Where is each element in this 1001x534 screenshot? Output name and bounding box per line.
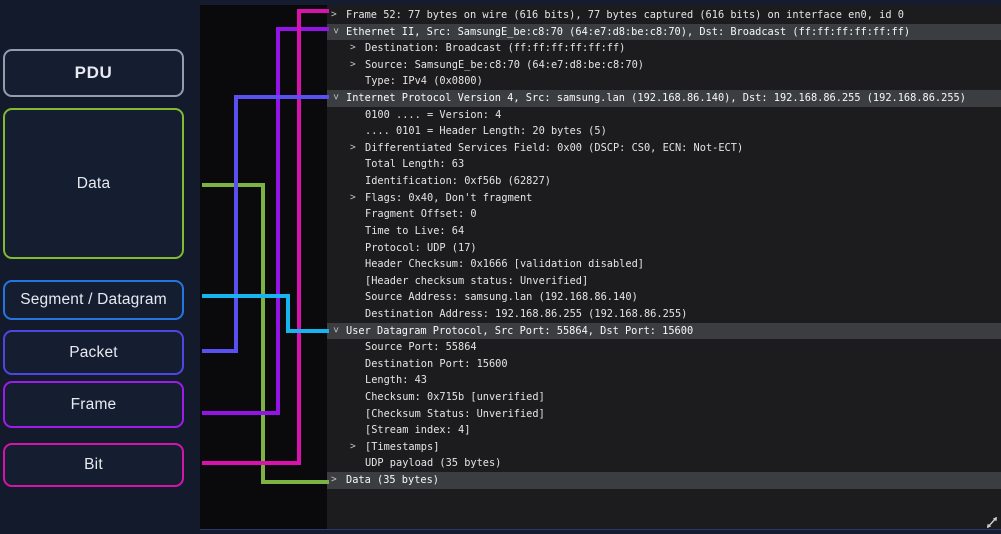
packet-tree-row[interactable]: Length: 43	[327, 372, 1001, 389]
layer-box-packet[interactable]: Packet	[3, 330, 184, 375]
packet-tree-row[interactable]: Source Port: 55864	[327, 339, 1001, 356]
packet-tree-row-text: Source Port: 55864	[365, 339, 477, 356]
packet-tree-row[interactable]: UDP payload (35 bytes)	[327, 455, 1001, 472]
layer-label-bit: Bit	[84, 456, 103, 474]
packet-tree-row[interactable]: Source Address: samsung.lan (192.168.86.…	[327, 289, 1001, 306]
pdu-layers-panel: PDU Data Segment / Datagram Packet Frame…	[0, 0, 200, 534]
collapse-chevron-icon[interactable]: >	[326, 327, 343, 342]
packet-tree-row-text: Header Checksum: 0x1666 [validation disa…	[365, 256, 644, 273]
layer-label-packet: Packet	[69, 344, 118, 362]
packet-tree-row-text: Differentiated Services Field: 0x00 (DSC…	[365, 140, 743, 157]
packet-tree-row-text: [Stream index: 4]	[365, 422, 470, 439]
packet-tree-row-text: Fragment Offset: 0	[365, 206, 477, 223]
packet-tree-row[interactable]: Time to Live: 64	[327, 223, 1001, 240]
expand-chevron-icon[interactable]: >	[331, 7, 346, 24]
layer-label-pdu: PDU	[75, 63, 113, 83]
packet-tree-row-text: .... 0101 = Header Length: 20 bytes (5)	[365, 123, 607, 140]
layer-box-bit[interactable]: Bit	[3, 443, 184, 487]
packet-tree-row[interactable]: Protocol: UDP (17)	[327, 240, 1001, 257]
expand-chevron-icon[interactable]: >	[350, 40, 365, 57]
packet-tree-row-text: Destination: Broadcast (ff:ff:ff:ff:ff:f…	[365, 40, 625, 57]
packet-tree-row-text: Checksum: 0x715b [unverified]	[365, 389, 545, 406]
packet-tree-row[interactable]: >Source: SamsungE_be:c8:70 (64:e7:d8:be:…	[327, 57, 1001, 74]
packet-tree-row-text: UDP payload (35 bytes)	[365, 455, 501, 472]
packet-tree-row-text: Source Address: samsung.lan (192.168.86.…	[365, 289, 638, 306]
expand-chevron-icon[interactable]: >	[350, 57, 365, 74]
packet-tree-row-text: Destination Address: 192.168.86.255 (192…	[365, 306, 687, 323]
packet-tree-row-text: Source: SamsungE_be:c8:70 (64:e7:d8:be:c…	[365, 57, 644, 74]
collapse-chevron-icon[interactable]: >	[326, 28, 343, 43]
packet-tree-row-text: Ethernet II, Src: SamsungE_be:c8:70 (64:…	[346, 24, 910, 41]
packet-tree-row[interactable]: .... 0101 = Header Length: 20 bytes (5)	[327, 123, 1001, 140]
connector-data-to-data-row	[202, 185, 329, 482]
expand-chevron-icon[interactable]: >	[350, 140, 365, 157]
packet-tree-row-text: Identification: 0xf56b (62827)	[365, 173, 551, 190]
collapse-chevron-icon[interactable]: >	[326, 94, 343, 109]
packet-tree-row-text: Total Length: 63	[365, 156, 464, 173]
packet-tree-row[interactable]: >Flags: 0x40, Don't fragment	[327, 190, 1001, 207]
window-bottom-edge	[200, 529, 1001, 534]
packet-tree-row[interactable]: >Ethernet II, Src: SamsungE_be:c8:70 (64…	[327, 24, 1001, 41]
packet-tree-row[interactable]: >Differentiated Services Field: 0x00 (DS…	[327, 140, 1001, 157]
packet-tree-row[interactable]: [Stream index: 4]	[327, 422, 1001, 439]
packet-tree-row[interactable]: >Internet Protocol Version 4, Src: samsu…	[327, 90, 1001, 107]
packet-tree-row[interactable]: Total Length: 63	[327, 156, 1001, 173]
packet-tree-row[interactable]: Fragment Offset: 0	[327, 206, 1001, 223]
packet-tree-row-text: Internet Protocol Version 4, Src: samsun…	[346, 90, 966, 107]
layer-box-segment-datagram[interactable]: Segment / Datagram	[3, 280, 184, 320]
layer-box-pdu[interactable]: PDU	[3, 49, 184, 97]
packet-tree-row-text: Frame 52: 77 bytes on wire (616 bits), 7…	[346, 7, 904, 24]
packet-tree-row-text: [Timestamps]	[365, 439, 439, 456]
packet-tree-row[interactable]: >Destination: Broadcast (ff:ff:ff:ff:ff:…	[327, 40, 1001, 57]
layer-box-data[interactable]: Data	[3, 108, 184, 259]
packet-tree-row[interactable]: Identification: 0xf56b (62827)	[327, 173, 1001, 190]
packet-tree-row[interactable]: 0100 .... = Version: 4	[327, 107, 1001, 124]
packet-tree-row-text: Protocol: UDP (17)	[365, 240, 477, 257]
connector-packet-to-ip-row	[202, 97, 329, 351]
packet-tree-row[interactable]: Destination Address: 192.168.86.255 (192…	[327, 306, 1001, 323]
layer-label-frame: Frame	[71, 396, 117, 414]
layer-label-segment-datagram: Segment / Datagram	[20, 291, 167, 309]
packet-tree-row[interactable]: Checksum: 0x715b [unverified]	[327, 389, 1001, 406]
layer-box-frame[interactable]: Frame	[3, 381, 184, 428]
expand-chevron-icon[interactable]: >	[331, 472, 346, 489]
packet-tree-row[interactable]: >User Datagram Protocol, Src Port: 55864…	[327, 323, 1001, 340]
packet-tree-row[interactable]: [Header checksum status: Unverified]	[327, 273, 1001, 290]
packet-tree-row[interactable]: >Data (35 bytes)	[327, 472, 1001, 489]
connector-frame-to-ethernet-row	[202, 29, 329, 413]
packet-tree-row-text: [Checksum Status: Unverified]	[365, 406, 545, 423]
packet-tree-row[interactable]: [Checksum Status: Unverified]	[327, 406, 1001, 423]
connector-bit-to-frame-row	[202, 11, 329, 463]
packet-tree-row-text: Type: IPv4 (0x0800)	[365, 73, 483, 90]
packet-tree-row[interactable]: Type: IPv4 (0x0800)	[327, 73, 1001, 90]
expand-chevron-icon[interactable]: >	[350, 190, 365, 207]
layer-label-data: Data	[77, 175, 111, 193]
packet-tree-row-text: Flags: 0x40, Don't fragment	[365, 190, 532, 207]
packet-tree: >Frame 52: 77 bytes on wire (616 bits), …	[327, 5, 1001, 489]
packet-details-pane: >Frame 52: 77 bytes on wire (616 bits), …	[327, 5, 1001, 529]
packet-tree-row[interactable]: >[Timestamps]	[327, 439, 1001, 456]
packet-tree-row[interactable]: >Frame 52: 77 bytes on wire (616 bits), …	[327, 7, 1001, 24]
packet-tree-row-text: Destination Port: 15600	[365, 356, 508, 373]
pdu-wireshark-mapping-view: PDU Data Segment / Datagram Packet Frame…	[0, 0, 1001, 534]
packet-tree-row-text: Data (35 bytes)	[346, 472, 439, 489]
packet-tree-row-text: Time to Live: 64	[365, 223, 464, 240]
connector-segment-to-udp-row	[202, 296, 329, 331]
packet-tree-row[interactable]: Header Checksum: 0x1666 [validation disa…	[327, 256, 1001, 273]
packet-tree-row-text: [Header checksum status: Unverified]	[365, 273, 588, 290]
packet-tree-row-text: 0100 .... = Version: 4	[365, 107, 501, 124]
expand-chevron-icon[interactable]: >	[350, 439, 365, 456]
packet-tree-row-text: Length: 43	[365, 372, 427, 389]
packet-tree-row[interactable]: Destination Port: 15600	[327, 356, 1001, 373]
packet-tree-row-text: User Datagram Protocol, Src Port: 55864,…	[346, 323, 693, 340]
